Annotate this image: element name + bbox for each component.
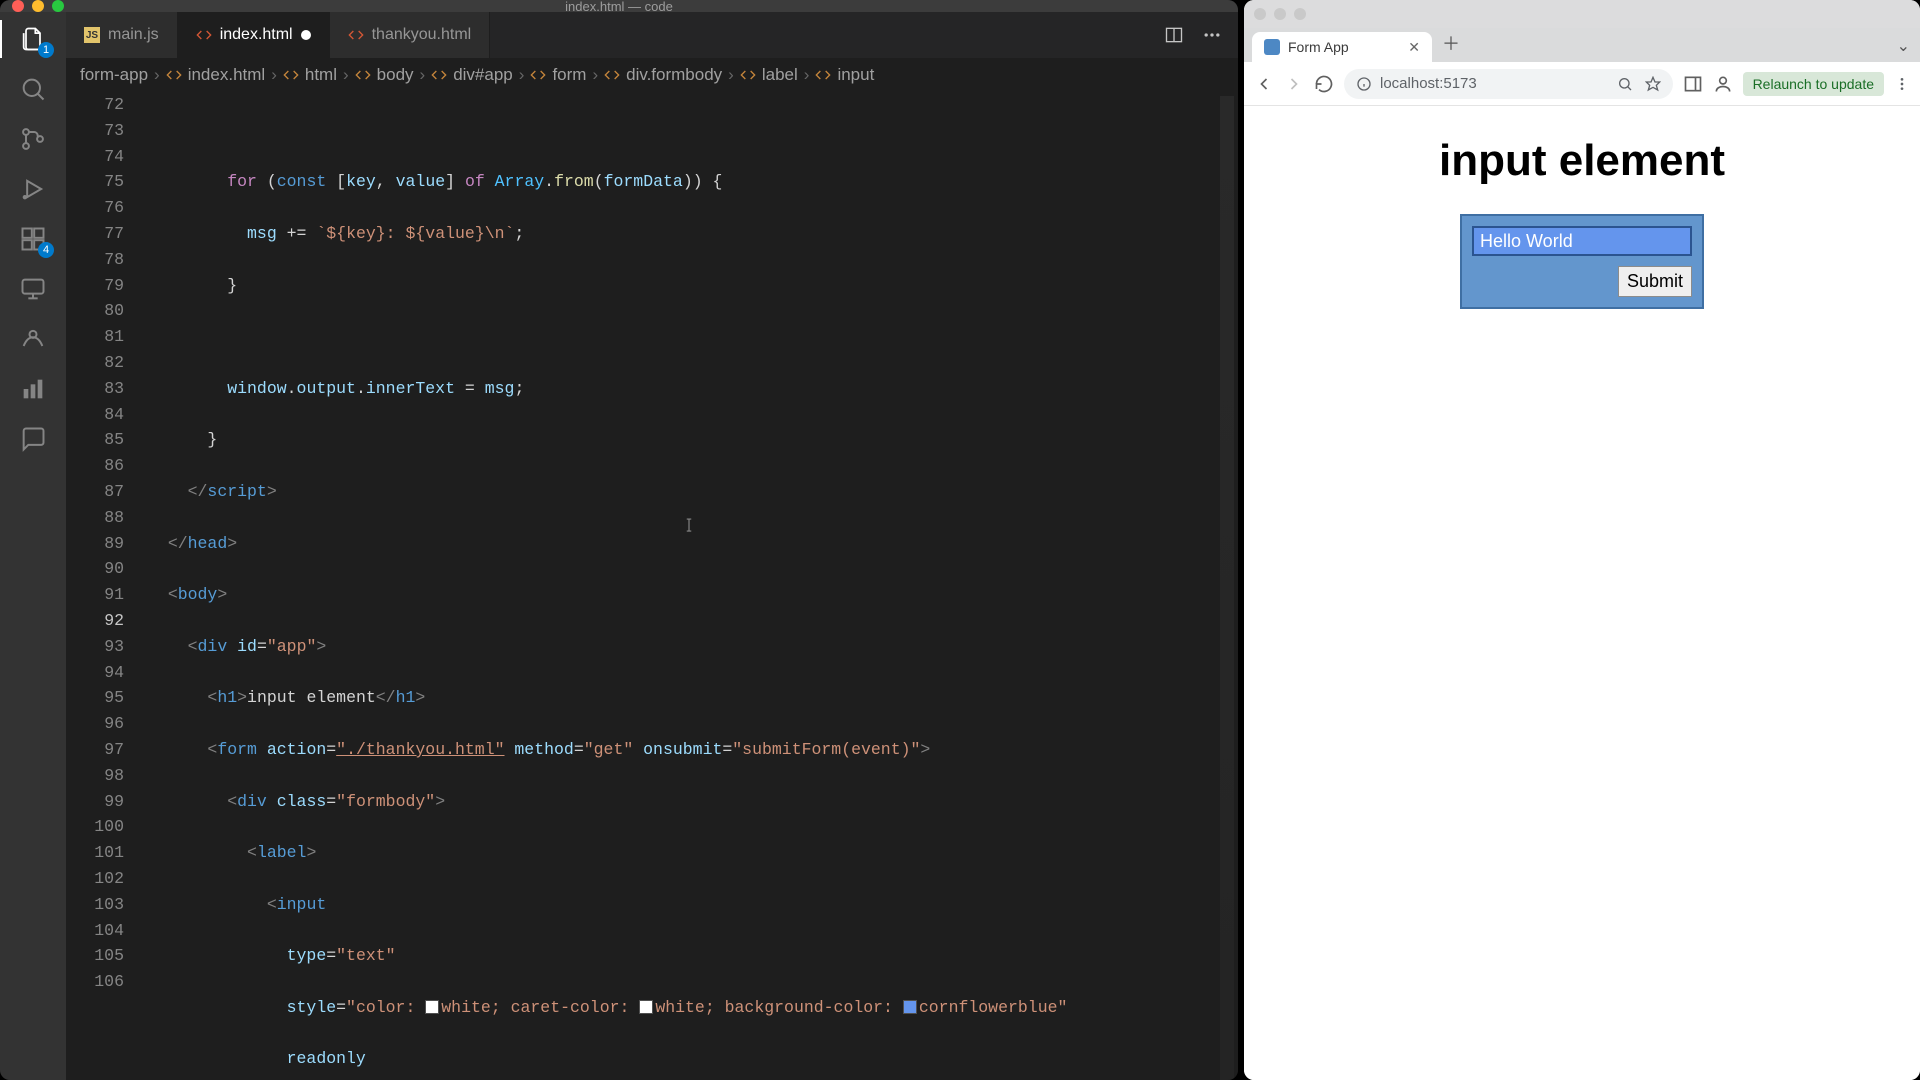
search-icon[interactable] — [18, 74, 48, 104]
close-window-button[interactable] — [12, 0, 24, 12]
tab-index-html[interactable]: index.html — [178, 12, 330, 58]
bookmark-star-icon[interactable] — [1645, 76, 1661, 92]
breadcrumb-item[interactable]: form-app — [80, 65, 148, 85]
color-swatch-cornflowerblue — [903, 1000, 917, 1014]
traffic-lights — [1254, 8, 1306, 20]
source-control-icon[interactable] — [18, 124, 48, 154]
color-swatch-white — [425, 1000, 439, 1014]
browser-tabstrip: Form App ✕ ＋ ⌄ — [1244, 28, 1920, 62]
zoom-window-button[interactable] — [52, 0, 64, 12]
url-text: localhost:5173 — [1380, 75, 1477, 92]
explorer-badge: 1 — [38, 42, 54, 58]
traffic-lights — [12, 0, 64, 12]
comment-icon[interactable] — [18, 424, 48, 454]
tab-main-js[interactable]: JS main.js — [66, 12, 178, 58]
element-icon — [355, 67, 371, 83]
browser-toolbar: localhost:5173 Relaunch to update — [1244, 62, 1920, 106]
activity-bar: 1 4 — [0, 12, 66, 1080]
element-icon — [283, 67, 299, 83]
tab-label: thankyou.html — [372, 26, 472, 44]
tab-label: index.html — [220, 26, 293, 44]
breadcrumb-item[interactable]: body — [355, 65, 414, 85]
dropdown-tabs-icon[interactable]: ⌄ — [1897, 36, 1910, 56]
breadcrumb-item[interactable]: html — [283, 65, 337, 85]
breadcrumb-item[interactable]: index.html — [166, 65, 265, 85]
zoom-icon[interactable] — [1617, 76, 1633, 92]
explorer-icon[interactable]: 1 — [18, 24, 48, 54]
new-tab-button[interactable]: ＋ — [1442, 30, 1460, 56]
site-info-icon[interactable] — [1356, 76, 1372, 92]
extensions-badge: 4 — [38, 242, 54, 258]
element-icon — [740, 67, 756, 83]
run-debug-icon[interactable] — [18, 174, 48, 204]
forward-button[interactable] — [1284, 74, 1304, 94]
form-body: Hello World Submit — [1460, 214, 1704, 309]
minimize-window-button[interactable] — [1274, 8, 1286, 20]
browser-tab[interactable]: Form App ✕ — [1252, 32, 1432, 62]
code-editor[interactable]: 7273747576777879808182838485868788899091… — [66, 92, 1238, 1080]
html-file-icon — [196, 27, 212, 43]
line-gutter: 7273747576777879808182838485868788899091… — [66, 92, 148, 1080]
relaunch-button[interactable]: Relaunch to update — [1743, 72, 1884, 96]
tab-thankyou-html[interactable]: thankyou.html — [330, 12, 491, 58]
editor-tabs: JS main.js index.html thankyou.html — [66, 12, 1238, 58]
color-swatch-white — [639, 1000, 653, 1014]
breadcrumb-item[interactable]: div.formbody — [604, 65, 722, 85]
element-icon — [815, 67, 831, 83]
breadcrumb-item[interactable]: div#app — [431, 65, 513, 85]
minimap[interactable] — [1220, 96, 1234, 1080]
vscode-window: index.html — code 1 4 — [0, 0, 1238, 1080]
page-heading: input element — [1439, 136, 1725, 186]
editor-region: JS main.js index.html thankyou.html — [66, 12, 1238, 1080]
browser-titlebar — [1244, 0, 1920, 28]
tab-label: main.js — [108, 26, 159, 44]
browser-preview-icon[interactable] — [18, 324, 48, 354]
breadcrumb[interactable]: form-app› index.html› html› body› div#ap… — [66, 58, 1238, 92]
browser-menu-icon[interactable] — [1894, 76, 1910, 92]
profile-icon[interactable] — [1713, 74, 1733, 94]
code-content[interactable]: for (const [key, value] of Array.from(fo… — [148, 92, 1238, 1080]
reload-button[interactable] — [1314, 74, 1334, 94]
element-icon — [604, 67, 620, 83]
html-file-icon — [166, 67, 182, 83]
window-title: index.html — code — [565, 0, 673, 14]
breadcrumb-item[interactable]: input — [815, 65, 874, 85]
browser-tab-title: Form App — [1288, 39, 1349, 55]
submit-button[interactable]: Submit — [1618, 266, 1692, 297]
remote-explorer-icon[interactable] — [18, 274, 48, 304]
tab-actions — [1148, 12, 1238, 58]
text-input[interactable]: Hello World — [1472, 226, 1692, 256]
browser-window: Form App ✕ ＋ ⌄ localhost:5173 Relaunch t… — [1244, 0, 1920, 1080]
favicon-icon — [1264, 39, 1280, 55]
breadcrumb-item[interactable]: form — [530, 65, 586, 85]
text-cursor-icon — [680, 464, 698, 482]
address-bar[interactable]: localhost:5173 — [1344, 69, 1673, 99]
close-window-button[interactable] — [1254, 8, 1266, 20]
html-file-icon — [348, 27, 364, 43]
mac-titlebar: index.html — code — [0, 0, 1238, 12]
element-icon — [530, 67, 546, 83]
graph-icon[interactable] — [18, 374, 48, 404]
dirty-indicator-icon — [301, 30, 311, 40]
page-content: input element Hello World Submit — [1244, 106, 1920, 1080]
back-button[interactable] — [1254, 74, 1274, 94]
vscode-body: 1 4 — [0, 12, 1238, 1080]
close-tab-icon[interactable]: ✕ — [1408, 39, 1420, 56]
split-editor-icon[interactable] — [1164, 25, 1184, 45]
element-icon — [431, 67, 447, 83]
minimize-window-button[interactable] — [32, 0, 44, 12]
breadcrumb-item[interactable]: label — [740, 65, 798, 85]
extensions-icon[interactable]: 4 — [18, 224, 48, 254]
zoom-window-button[interactable] — [1294, 8, 1306, 20]
more-actions-icon[interactable] — [1202, 25, 1222, 45]
js-file-icon: JS — [84, 27, 100, 43]
side-panel-icon[interactable] — [1683, 74, 1703, 94]
